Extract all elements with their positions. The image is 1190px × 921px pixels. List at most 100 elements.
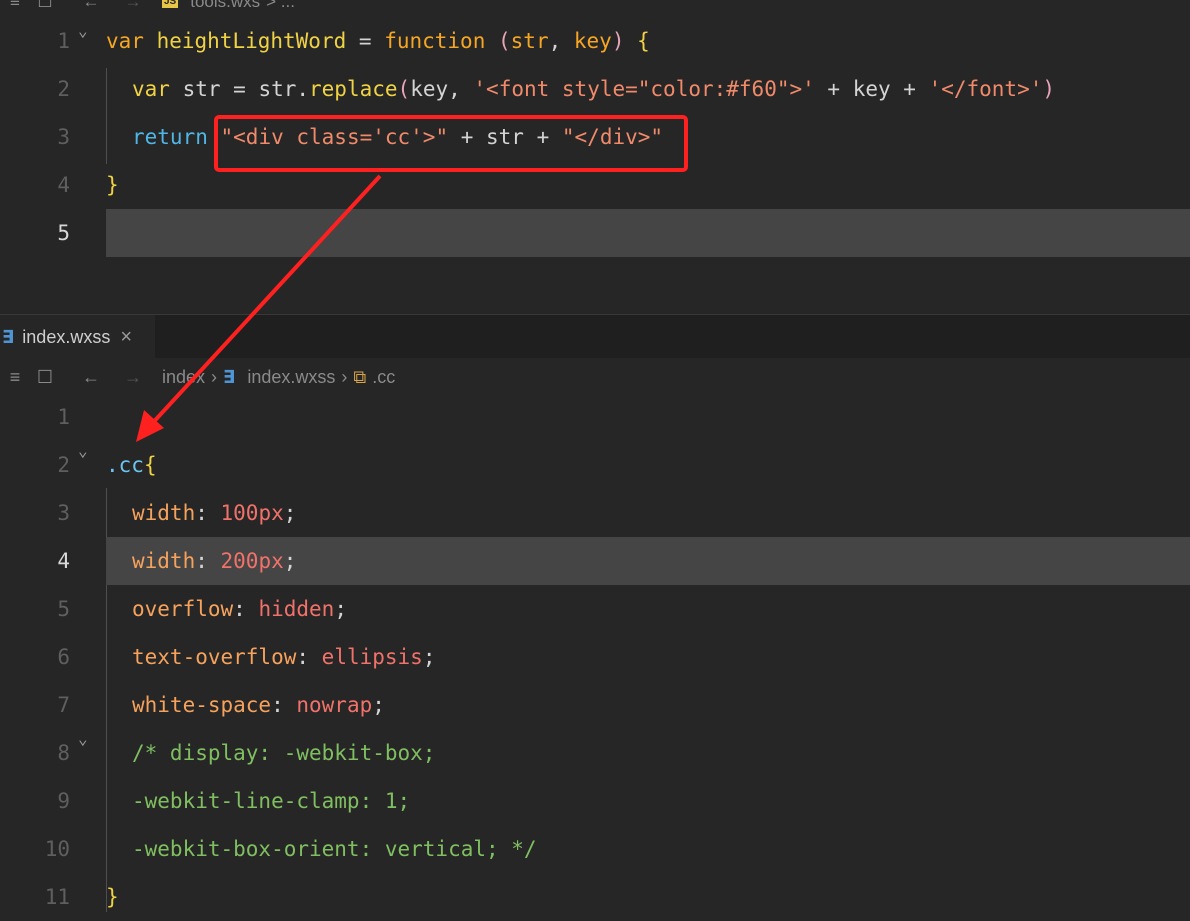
bookmark-icon[interactable]: ☐	[30, 0, 60, 12]
code-text: text-overflow: ellipsis;	[132, 633, 1190, 681]
code-token: -webkit-box-orient: vertical; */	[132, 837, 537, 861]
code-token: -webkit-line-clamp: 1;	[132, 789, 411, 813]
code-text: }	[106, 873, 1190, 921]
code-token: }	[106, 173, 119, 197]
top-breadcrumb-bar: ≡ ☐ ← → JS tools.wxs > ...	[0, 0, 1190, 14]
menu-icon[interactable]: ≡	[0, 367, 30, 388]
code-line[interactable]: 9 -webkit-line-clamp: 1;	[0, 777, 1190, 825]
code-token: :	[296, 645, 322, 669]
editor-tools-wxs[interactable]: ⌄ 1 var heightLightWord = function (str, …	[0, 14, 1190, 314]
tab-index-wxss[interactable]: ∃ index.wxss ×	[0, 315, 155, 359]
code-line[interactable]: 11}	[0, 873, 1190, 921]
code-line[interactable]: 2 var str = str.replace(key, '<font style…	[0, 65, 1190, 113]
code-token: '</font>'	[928, 77, 1043, 101]
js-file-icon: JS	[162, 0, 179, 8]
code-token: ;	[334, 597, 347, 621]
breadcrumb: ≡ ☐ ← → index › ∃ index.wxss › ⧉ .cc	[0, 358, 1190, 396]
code-token: 100px	[220, 501, 284, 525]
code-token: '<font style="color:#f60">'	[473, 77, 815, 101]
css3-icon: ∃	[223, 366, 236, 388]
code-token: /* display: -webkit-box;	[132, 741, 436, 765]
code-line[interactable]: 4 width: 200px;	[57, 537, 1190, 585]
code-token: {	[637, 29, 650, 53]
code-token: nowrap	[296, 693, 373, 717]
line-number: 4	[57, 173, 70, 197]
code-token: ;	[372, 693, 385, 717]
breadcrumb-symbol[interactable]: .cc	[372, 367, 395, 388]
code-token: }	[106, 885, 119, 909]
code-token: :	[195, 549, 221, 573]
top-file-name[interactable]: tools.wxs	[190, 0, 260, 12]
code-token: return	[132, 125, 208, 149]
breadcrumb-folder[interactable]: index	[162, 367, 205, 388]
code-text: /* display: -webkit-box;	[132, 729, 1190, 777]
code-line[interactable]: 7 white-space: nowrap;	[0, 681, 1190, 729]
code-line[interactable]: 1 var heightLightWord = function (str, ke…	[0, 17, 1190, 65]
chevron-right-icon: ›	[211, 366, 218, 387]
code-text: white-space: nowrap;	[132, 681, 1190, 729]
code-text: -webkit-line-clamp: 1;	[132, 777, 1190, 825]
line-number: 8	[57, 741, 70, 765]
forward-arrow-icon[interactable]: →	[118, 0, 148, 12]
code-line[interactable]: 6 text-overflow: ellipsis;	[0, 633, 1190, 681]
code-line[interactable]: 1	[0, 393, 1190, 441]
code-token: {	[143, 453, 157, 477]
code-line[interactable]: 2 .cc{	[0, 441, 1190, 489]
line-number: 1	[57, 29, 70, 53]
code-token: white-space	[132, 693, 272, 717]
line-number: 1	[57, 405, 70, 429]
breadcrumb-file[interactable]: index.wxss	[247, 367, 335, 388]
forward-arrow-icon[interactable]: →	[118, 367, 148, 388]
line-number: 3	[57, 501, 70, 525]
code-token: str	[510, 29, 549, 53]
annotation-red-box	[214, 115, 688, 172]
line-number: 4	[57, 549, 70, 573]
back-arrow-icon[interactable]: ←	[76, 0, 106, 12]
code-token: ;	[422, 645, 436, 669]
code-line[interactable]: 5 overflow: hidden;	[0, 585, 1190, 633]
code-line[interactable]: 5	[57, 209, 1190, 257]
code-token: :	[195, 501, 221, 525]
top-crumb-tail: > ...	[266, 0, 295, 11]
bookmark-icon[interactable]: ☐	[30, 367, 60, 388]
code-text: overflow: hidden;	[132, 585, 1190, 633]
code-token: var	[132, 77, 170, 101]
code-text: -webkit-box-orient: vertical; */	[132, 825, 1190, 873]
code-line[interactable]: 3 width: 100px;	[0, 489, 1190, 537]
code-line[interactable]: 8 /* display: -webkit-box;	[0, 729, 1190, 777]
code-token: heightLightWord	[156, 29, 347, 53]
line-number: 5	[57, 221, 70, 245]
code-token: overflow	[132, 597, 234, 621]
menu-icon[interactable]: ≡	[0, 0, 30, 12]
line-number: 10	[44, 837, 70, 861]
symbol-class-icon: ⧉	[353, 366, 367, 387]
line-number: 11	[44, 885, 70, 909]
line-number: 6	[57, 645, 70, 669]
close-icon[interactable]: ×	[120, 326, 132, 349]
code-token: key,	[410, 77, 474, 101]
code-token: =	[346, 29, 385, 53]
code-token: :	[233, 597, 259, 621]
code-token: (	[498, 29, 511, 53]
code-token: + key +	[814, 77, 929, 101]
line-number: 2	[57, 453, 70, 477]
code-token: key	[573, 29, 612, 53]
back-arrow-icon[interactable]: ←	[76, 367, 106, 388]
line-number: 5	[57, 597, 70, 621]
code-token: )	[611, 29, 625, 53]
code-text: var heightLightWord = function (str, key…	[106, 17, 1190, 65]
code-token: replace	[309, 77, 398, 101]
line-number: 7	[57, 693, 70, 717]
line-number: 3	[57, 125, 70, 149]
code-token: hidden	[258, 597, 335, 621]
code-token: .cc	[106, 453, 144, 477]
code-line[interactable]: 10 -webkit-box-orient: vertical; */	[0, 825, 1190, 873]
line-number: 9	[57, 789, 70, 813]
code-token: width	[132, 501, 196, 525]
editor-index-wxss[interactable]: ⌄ ⌄ 1 2 .cc{3 width: 100px; 4 width: 200px; 5 o…	[0, 396, 1190, 912]
